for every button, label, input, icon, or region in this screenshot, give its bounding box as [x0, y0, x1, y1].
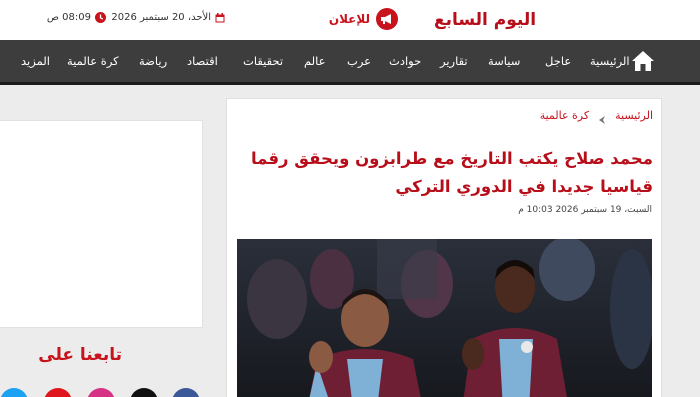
nav-item-world[interactable]: عالم — [304, 54, 326, 68]
social-icon-facebook[interactable] — [172, 388, 200, 397]
date-text: الأحد، 20 سبتمبر 2026 — [111, 11, 211, 23]
advertise-label: للإعلان — [328, 12, 370, 26]
chevron-left-icon — [597, 110, 607, 124]
breadcrumb: الرئيسية كرة عالمية — [527, 106, 653, 124]
social-icon-twitter[interactable] — [0, 388, 28, 397]
nav-item-arab[interactable]: عرب — [347, 54, 371, 68]
social-icon-tiktok[interactable] — [130, 388, 158, 397]
nav-item-home[interactable]: الرئيسية — [590, 54, 630, 68]
current-date: الأحد، 20 سبتمبر 2026 — [111, 8, 225, 27]
time-text: 08:09 ص — [46, 11, 91, 23]
breadcrumb-home-link[interactable]: الرئيسية — [615, 109, 653, 122]
nav-item-investigations[interactable]: تحقيقات — [243, 54, 283, 68]
advertise-link[interactable]: للإعلان — [328, 8, 398, 30]
follow-us-title: تابعنا على — [38, 345, 122, 365]
clock-icon — [95, 8, 106, 27]
site-logo[interactable]: اليوم السابع — [433, 7, 537, 33]
home-icon[interactable] — [631, 50, 655, 72]
logo-text: اليوم السابع — [433, 10, 537, 30]
sidebar-widget — [0, 120, 203, 328]
megaphone-icon — [376, 8, 398, 30]
nav-item-more[interactable]: المزيد — [21, 54, 50, 68]
main-nav: الرئيسية عاجل سياسة تقارير حوادث عرب عال… — [0, 40, 700, 82]
article-date: السبت، 19 سبتمبر 2026 10:03 م — [518, 205, 652, 215]
breadcrumb-category-link[interactable]: كرة عالمية — [540, 109, 589, 122]
nav-item-economy[interactable]: اقتصاد — [187, 54, 218, 68]
nav-item-reports[interactable]: تقارير — [440, 54, 468, 68]
nav-item-accidents[interactable]: حوادث — [389, 54, 421, 68]
nav-item-urgent[interactable]: عاجل — [545, 54, 571, 68]
nav-item-world-football[interactable]: كرة عالمية — [67, 54, 119, 68]
nav-item-politics[interactable]: سياسة — [488, 54, 520, 68]
social-icon-youtube[interactable] — [44, 388, 72, 397]
nav-item-sports[interactable]: رياضة — [139, 54, 167, 68]
article-title: محمد صلاح يكتب التاريخ مع طرابزون ويحقق … — [250, 149, 653, 196]
top-header: اليوم السابع للإعلان الأحد، 20 سبتمبر 20… — [0, 0, 700, 40]
social-icon-instagram[interactable] — [87, 388, 115, 397]
nav-underline — [0, 82, 700, 85]
current-time: 08:09 ص — [47, 8, 106, 27]
calendar-icon — [215, 8, 225, 27]
article-photo[interactable] — [237, 239, 652, 397]
